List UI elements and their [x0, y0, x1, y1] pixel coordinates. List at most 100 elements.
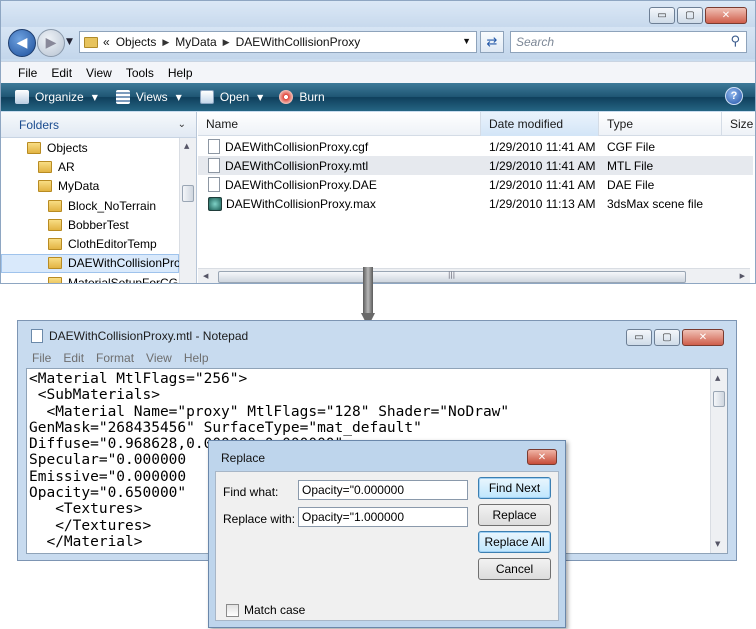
file-row-selected[interactable]: DAEWithCollisionProxy.mtl 1/29/2010 11:4… — [198, 156, 753, 175]
folder-icon — [48, 238, 62, 251]
file-row[interactable]: DAEWithCollisionProxy.cgf 1/29/2010 11:4… — [198, 137, 753, 156]
close-button[interactable]: ✕ — [682, 329, 724, 346]
column-name[interactable]: Name — [198, 112, 481, 136]
folders-header[interactable]: Folders ⌄ — [1, 112, 196, 138]
file-name: DAEWithCollisionProxy.max — [226, 196, 376, 211]
organize-label: Organize — [35, 90, 84, 104]
menu-view[interactable]: View — [86, 66, 112, 80]
vertical-scrollbar[interactable]: ▲ ▼ — [710, 369, 727, 553]
burn-button[interactable]: Burn — [279, 90, 325, 104]
tree-item-label: MyData — [58, 179, 100, 194]
open-button[interactable]: Open ▼ — [199, 90, 263, 104]
scroll-up-icon[interactable]: ▲ — [184, 142, 189, 150]
forward-button[interactable]: ▶ — [37, 29, 65, 57]
file-date: 1/29/2010 11:13 AM — [489, 196, 596, 211]
explorer-menubar: File Edit View Tools Help — [1, 61, 755, 83]
replace-button[interactable]: Replace — [478, 504, 551, 526]
menu-tools[interactable]: Tools — [126, 66, 154, 80]
breadcrumb-objects[interactable]: Objects — [116, 35, 157, 49]
menu-help[interactable]: Help — [184, 351, 209, 365]
tree-item-mydata[interactable]: MyData — [1, 177, 179, 196]
views-button[interactable]: Views ▼ — [115, 90, 182, 104]
replace-all-button[interactable]: Replace All — [478, 531, 551, 553]
notepad-title: DAEWithCollisionProxy.mtl - Notepad — [49, 329, 249, 343]
tree-item-clotheditortemp[interactable]: ClothEditorTemp — [1, 234, 179, 253]
find-what-label: Find what: — [223, 485, 279, 499]
file-name: DAEWithCollisionProxy.mtl — [225, 158, 369, 173]
folder-icon — [27, 141, 41, 154]
search-input[interactable]: Search ⚲ — [510, 31, 747, 53]
replace-with-input[interactable] — [298, 507, 468, 527]
tree-item-label: AR — [58, 159, 75, 174]
column-type[interactable]: Type — [599, 112, 722, 136]
search-icon[interactable]: ⚲ — [730, 34, 740, 49]
menu-help[interactable]: Help — [168, 66, 193, 80]
file-type: MTL File — [607, 158, 654, 173]
help-icon[interactable]: ? — [725, 87, 743, 105]
search-placeholder: Search — [516, 35, 555, 49]
document-icon — [208, 158, 220, 173]
find-what-input[interactable] — [298, 480, 468, 500]
menu-file[interactable]: File — [18, 66, 37, 80]
column-date-modified[interactable]: Date modified — [481, 112, 599, 136]
match-case-checkbox[interactable]: Match case — [226, 603, 305, 617]
notepad-menubar: File Edit Format View Help — [26, 349, 728, 367]
minimize-button[interactable]: ▭ — [649, 7, 675, 24]
open-icon — [199, 90, 214, 104]
scrollbar-thumb[interactable] — [713, 391, 725, 407]
menu-file[interactable]: File — [32, 351, 51, 365]
recent-pages-dropdown[interactable]: ▼ — [66, 37, 73, 47]
maximize-button[interactable]: ▢ — [654, 329, 680, 346]
close-button[interactable]: ✕ — [705, 7, 747, 24]
breadcrumb-separator-icon[interactable]: ▶ — [162, 37, 169, 48]
address-prefix[interactable]: « — [103, 35, 110, 49]
tree-item-ar[interactable]: AR — [1, 157, 179, 176]
horizontal-scrollbar[interactable]: ◀ ||| ▶ — [198, 268, 750, 283]
address-dropdown-icon[interactable]: ▼ — [462, 36, 471, 46]
menu-view[interactable]: View — [146, 351, 172, 365]
scroll-right-icon[interactable]: ▶ — [740, 272, 745, 280]
scroll-left-icon[interactable]: ◀ — [203, 272, 208, 280]
explorer-window-controls: ▭ ▢ ✕ — [649, 7, 747, 24]
column-size[interactable]: Size — [722, 112, 755, 136]
chevron-down-icon[interactable]: ⌄ — [178, 119, 186, 130]
tree-item-bobbertest[interactable]: BobberTest — [1, 215, 179, 234]
cancel-button[interactable]: Cancel — [478, 558, 551, 580]
organize-button[interactable]: Organize ▼ — [15, 90, 98, 104]
scroll-down-icon[interactable]: ▼ — [715, 540, 720, 548]
refresh-button[interactable]: ⇄ — [480, 31, 504, 53]
folder-icon — [48, 218, 62, 231]
down-arrow-icon — [361, 267, 375, 327]
breadcrumb-daewithcollisionproxy[interactable]: DAEWithCollisionProxy — [236, 35, 361, 49]
file-row[interactable]: DAEWithCollisionProxy.max 1/29/2010 11:1… — [198, 194, 753, 213]
notepad-window-controls: ▭ ▢ ✕ — [626, 329, 724, 346]
tree-item-label: BobberTest — [68, 217, 129, 232]
folders-scrollbar[interactable]: ▲ — [179, 138, 196, 283]
menu-edit[interactable]: Edit — [63, 351, 84, 365]
tree-item-block-noterrain[interactable]: Block_NoTerrain — [1, 196, 179, 215]
tree-item-materialsetupforcgf[interactable]: MaterialSetupForCGF — [1, 273, 185, 283]
max-file-icon — [208, 196, 222, 211]
maximize-button[interactable]: ▢ — [677, 7, 703, 24]
dialog-close-button[interactable]: ✕ — [527, 449, 557, 465]
address-bar[interactable]: « Objects ▶ MyData ▶ DAEWithCollisionPro… — [79, 31, 477, 53]
minimize-button[interactable]: ▭ — [626, 329, 652, 346]
menu-format[interactable]: Format — [96, 351, 134, 365]
back-button[interactable]: ◀ — [8, 29, 36, 57]
dialog-body: Find what: Replace with: Find Next Repla… — [215, 471, 559, 621]
tree-item-daewithcollisionproxy[interactable]: DAEWithCollisionPro — [1, 253, 181, 274]
column-headers: Name Date modified Type Size — [198, 112, 755, 136]
checkbox-icon[interactable] — [226, 603, 239, 617]
file-row[interactable]: DAEWithCollisionProxy.DAE 1/29/2010 11:4… — [198, 175, 753, 194]
file-date: 1/29/2010 11:41 AM — [489, 139, 596, 154]
tree-item-objects[interactable]: Objects — [1, 138, 179, 157]
chevron-down-icon: ▼ — [91, 92, 98, 102]
document-icon — [208, 177, 220, 192]
breadcrumb-mydata[interactable]: MyData — [175, 35, 216, 49]
scroll-up-icon[interactable]: ▲ — [715, 374, 720, 382]
scrollbar-thumb[interactable] — [182, 185, 194, 202]
menu-edit[interactable]: Edit — [51, 66, 72, 80]
find-next-button[interactable]: Find Next — [478, 477, 551, 499]
views-label: Views — [135, 90, 168, 104]
breadcrumb-separator-icon[interactable]: ▶ — [223, 37, 230, 48]
